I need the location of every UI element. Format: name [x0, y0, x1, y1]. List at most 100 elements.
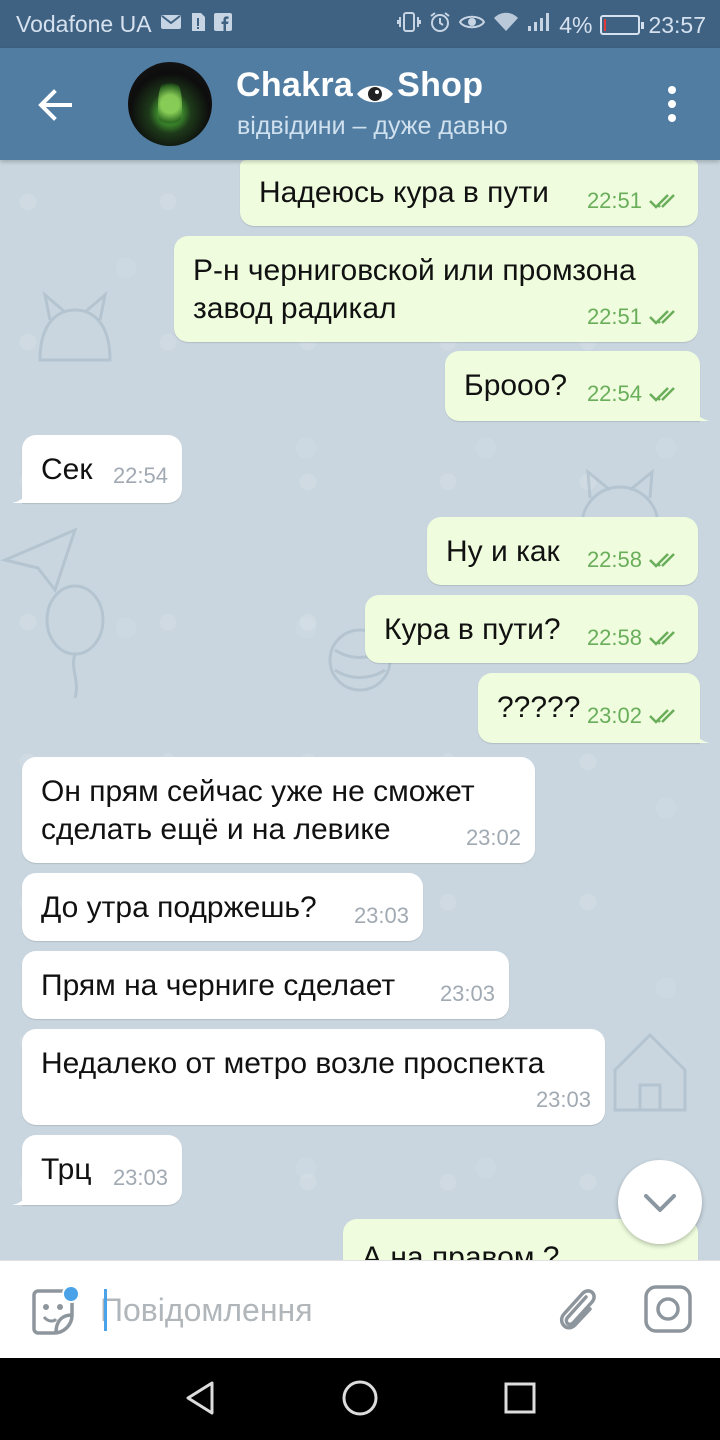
message-meta: 23:03 [440, 975, 495, 1013]
status-bar: Vodafone UA 4% 23:57 [0, 0, 720, 48]
chat-title[interactable]: Chakra Shop [236, 66, 483, 105]
message-text: Сек [41, 453, 93, 486]
double-check-icon [649, 553, 675, 568]
message-text: А на правом ? [362, 1241, 560, 1260]
chat-title-part1: Chakra [236, 66, 354, 104]
message-meta: 23:03 [113, 1159, 168, 1197]
eye-comfort-icon [459, 13, 486, 37]
carrier-name: Vodafone UA [16, 11, 152, 37]
message-text: Недалеко от метро возле проспекта [41, 1047, 545, 1080]
message-meta: 22:54 [113, 457, 168, 495]
sim-icon [190, 12, 206, 38]
message-bubble-outgoing[interactable]: Р-н черниговской или промзона завод ради… [174, 236, 698, 342]
message-time: 22:51 [586, 188, 642, 213]
alarm-icon [429, 11, 451, 39]
double-check-icon [649, 631, 675, 646]
double-check-icon [649, 387, 675, 402]
message-input[interactable] [100, 1285, 530, 1335]
message-meta: 23:02 [587, 697, 682, 735]
message-time: 22:51 [586, 304, 642, 329]
message-bubble-outgoing[interactable]: Брооо? 22:54 [445, 351, 710, 421]
chevron-down-icon [644, 1194, 676, 1212]
message-time: 23:03 [353, 903, 409, 928]
nav-home-button[interactable] [340, 1378, 380, 1418]
double-check-icon [649, 709, 675, 724]
message-bubble-incoming[interactable]: До утра подржешь? 23:03 [22, 873, 423, 941]
camera-button[interactable] [642, 1283, 694, 1335]
message-meta: 23:03 [536, 1081, 591, 1119]
message-meta: 22:54 [587, 375, 682, 413]
eye-icon [355, 75, 395, 102]
message-meta: 23:02 [466, 819, 521, 857]
message-bubble-incoming[interactable]: Сек 22:54 [12, 435, 182, 503]
nav-recents-button[interactable] [502, 1380, 538, 1416]
message-time: 23:03 [535, 1087, 591, 1112]
avatar[interactable] [128, 62, 212, 146]
arrow-left-icon [38, 89, 72, 121]
message-list[interactable]: Надеюсь кура в пути 22:51 Р-н черниговск… [0, 160, 720, 1260]
text-cursor [104, 1289, 107, 1331]
triangle-back-icon [186, 1381, 214, 1415]
more-vert-icon [668, 86, 676, 122]
status-left: Vodafone UA [16, 11, 232, 38]
bubble-tail [12, 485, 30, 503]
last-seen-status: відвідини – дуже давно [237, 112, 508, 140]
bubble-tail [12, 1187, 30, 1205]
message-bubble-incoming[interactable]: Трц 23:03 [12, 1135, 182, 1205]
vibrate-icon [397, 12, 422, 38]
message-meta: 22:51 [587, 182, 682, 220]
back-button[interactable] [30, 80, 80, 130]
battery-icon [600, 15, 645, 35]
cat-doodle-icon [38, 291, 112, 362]
message-time: 22:58 [586, 547, 642, 572]
message-bubble-incoming[interactable]: Недалеко от метро возле проспекта 23:03 [22, 1029, 605, 1125]
message-time: 23:02 [465, 825, 521, 850]
battery-percent: 4% [559, 11, 593, 38]
message-text: Он прям сейчас уже не сможет сделать ещё… [41, 775, 475, 846]
message-text: Надеюсь кура в пути [259, 176, 549, 209]
message-time: 23:03 [439, 981, 495, 1006]
message-text: До утра подржешь? [41, 891, 317, 924]
status-right: 4% 23:57 [397, 11, 706, 39]
square-recents-icon [504, 1382, 536, 1414]
message-bubble-outgoing[interactable]: Кура в пути? 22:58 [365, 595, 698, 663]
notification-dot [62, 1285, 80, 1303]
message-time: 22:58 [586, 625, 642, 650]
signal-icon [527, 12, 551, 38]
message-bubble-outgoing[interactable]: Надеюсь кура в пути 22:51 [240, 160, 698, 226]
bubble-tail [692, 725, 710, 743]
message-bubble-incoming[interactable]: Прям на черниге сделает 23:03 [22, 951, 509, 1019]
message-meta: 22:51 [587, 298, 682, 336]
message-bubble-incoming[interactable]: Он прям сейчас уже не сможет сделать ещё… [22, 757, 535, 863]
camera-icon [644, 1285, 692, 1333]
balloon-doodle-icon [45, 584, 105, 699]
system-navigation-bar [0, 1358, 720, 1440]
message-time: 23:02 [586, 703, 642, 728]
message-bubble-outgoing[interactable]: Ну и как 22:58 [427, 517, 698, 585]
facebook-icon [213, 12, 232, 37]
message-text: Трц [41, 1153, 92, 1186]
message-time: 23:03 [112, 1165, 168, 1190]
message-composer [0, 1260, 720, 1358]
circle-home-icon [342, 1380, 378, 1416]
status-time: 23:57 [648, 11, 706, 38]
message-meta: 22:58 [587, 541, 682, 579]
attach-button[interactable] [552, 1283, 602, 1337]
more-menu-button[interactable] [660, 84, 684, 124]
double-check-icon [649, 194, 675, 209]
message-meta: 23:03 [354, 897, 409, 935]
message-time: 22:54 [586, 381, 642, 406]
message-text: Брооо? [464, 369, 568, 402]
paperclip-icon [559, 1289, 596, 1330]
wifi-icon [493, 12, 519, 38]
dog-house-doodle-icon [613, 1032, 687, 1112]
double-check-icon [649, 310, 675, 325]
message-text: ????? [497, 691, 581, 724]
chat-header: Chakra Shop відвідини – дуже давно [0, 48, 720, 160]
bubble-tail [692, 403, 710, 421]
message-bubble-outgoing[interactable]: ????? 23:02 [478, 673, 710, 743]
scroll-to-bottom-button[interactable] [618, 1160, 702, 1244]
nav-back-button[interactable] [180, 1378, 220, 1418]
message-time: 22:54 [112, 463, 168, 488]
message-text: Прям на черниге сделает [41, 969, 396, 1002]
